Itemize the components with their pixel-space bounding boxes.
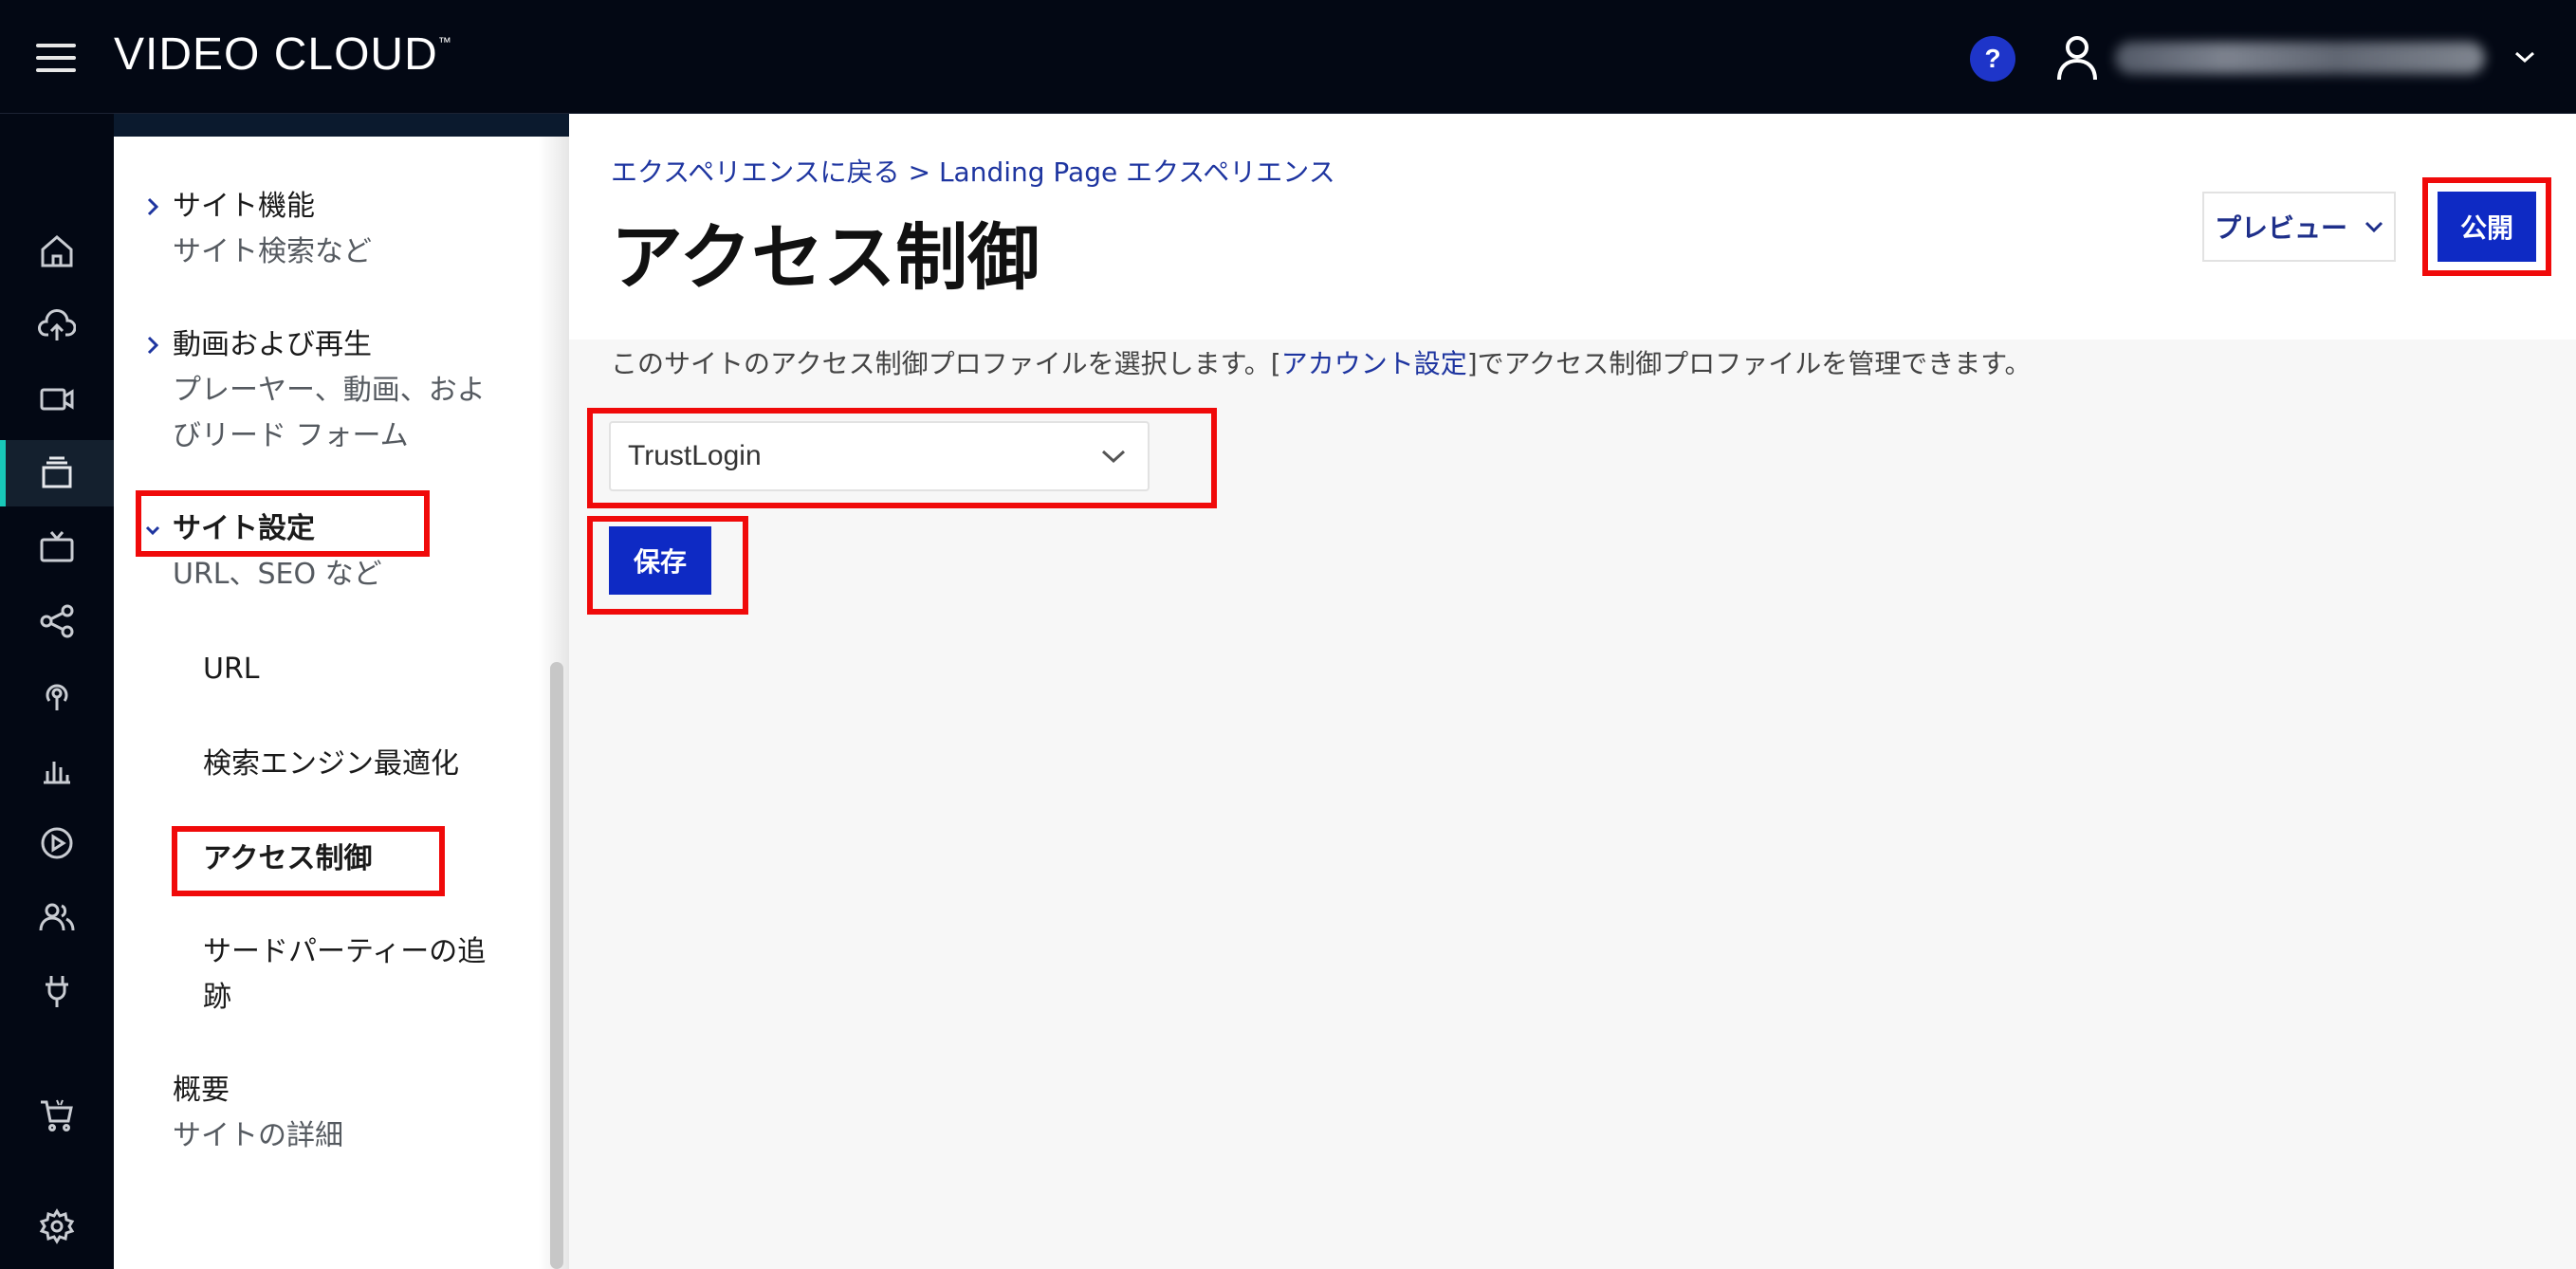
nav-site-features-title: サイト機能 [173, 190, 315, 223]
nav-overview[interactable]: 概要 サイトの詳細 [173, 1068, 343, 1159]
nav-site-settings-title: サイト設定 [173, 512, 315, 545]
rail-social[interactable] [0, 588, 114, 654]
preview-button-label: プレビュー [2214, 212, 2347, 244]
share-icon [40, 604, 74, 638]
rail-gallery[interactable] [0, 440, 114, 506]
description-text-before: このサイトのアクセス制御プロファイルを選択します。[ [611, 348, 1281, 379]
save-button[interactable]: 保存 [609, 526, 711, 595]
menu-icon[interactable] [36, 44, 76, 72]
rail-users[interactable] [0, 884, 114, 950]
sidebar-top-strip [114, 114, 569, 137]
plugin-icon [46, 976, 68, 1007]
cart-icon [41, 1099, 73, 1131]
access-control-profile-select[interactable]: TrustLogin [609, 421, 1150, 491]
page-description: このサイトのアクセス制御プロファイルを選択します。[アカウント設定]でアクセス制… [611, 343, 2031, 381]
nav-child-seo[interactable]: 検索エンジン最適化 [203, 742, 459, 787]
rail-home[interactable] [0, 218, 114, 285]
video-camera-icon [40, 388, 74, 411]
preview-button[interactable]: プレビュー [2202, 192, 2396, 262]
home-icon [41, 235, 73, 267]
page-title: アクセス制御 [611, 215, 1040, 300]
rail-players[interactable] [0, 810, 114, 876]
nav-video-playback-subtitle-1: プレーヤー、動画、およ [173, 374, 486, 407]
nav-site-features-subtitle: サイト検索など [173, 235, 372, 268]
user-icon[interactable] [2056, 34, 2098, 82]
analytics-icon [44, 762, 70, 784]
nav-child-third-party-line-1: サードパーティーの追 [203, 935, 487, 968]
chevron-down-icon [2364, 221, 2383, 233]
rail-plugins[interactable] [0, 958, 114, 1024]
account-settings-link[interactable]: アカウント設定 [1281, 348, 1467, 379]
chevron-right-icon [147, 336, 159, 355]
rail-tv[interactable] [0, 514, 114, 580]
tv-icon [40, 531, 74, 562]
nav-overview-title: 概要 [173, 1074, 230, 1107]
brand-logo: VIDEO CLOUD™ [114, 29, 452, 80]
sidebar-scrollbar[interactable] [550, 662, 563, 1269]
breadcrumb-separator: > [908, 156, 931, 188]
upload-icon [38, 309, 76, 340]
nav-child-url[interactable]: URL [203, 647, 260, 692]
site-settings-sidebar: サイト機能 サイト検索など 動画および再生 プレーヤー、動画、およ びリード フ… [114, 114, 569, 1269]
breadcrumb-current-link[interactable]: Landing Page エクスペリエンス [939, 156, 1335, 188]
live-icon [46, 684, 68, 710]
nav-video-playback-title: 動画および再生 [173, 328, 372, 361]
rail-live[interactable] [0, 662, 114, 728]
nav-overview-subtitle: サイトの詳細 [173, 1119, 343, 1152]
publish-button[interactable]: 公開 [2438, 192, 2536, 262]
rail-analytics[interactable] [0, 736, 114, 802]
nav-site-settings[interactable]: サイト設定 URL、SEO など [145, 506, 382, 598]
chevron-down-icon [145, 525, 160, 536]
play-icon [41, 827, 73, 859]
breadcrumb: エクスペリエンスに戻る > Landing Page エクスペリエンス [611, 152, 1335, 190]
nav-site-features[interactable]: サイト機能 サイト検索など [147, 184, 372, 275]
nav-child-third-party-line-2: 跡 [203, 981, 231, 1014]
chevron-down-icon [1101, 450, 1126, 464]
nav-site-settings-subtitle: URL、SEO など [173, 558, 382, 591]
rail-media[interactable] [0, 366, 114, 432]
chevron-down-icon[interactable] [2513, 47, 2536, 66]
nav-video-playback-subtitle-2: びリード フォーム [173, 419, 409, 452]
help-icon[interactable]: ? [1970, 36, 2015, 82]
nav-video-playback[interactable]: 動画および再生 プレーヤー、動画、およ びリード フォーム [147, 322, 486, 459]
access-control-profile-value: TrustLogin [628, 440, 762, 471]
nav-child-access-control[interactable]: アクセス制御 [203, 837, 373, 882]
chevron-right-icon [147, 197, 159, 216]
rail-upload[interactable] [0, 292, 114, 359]
rail-store[interactable] [0, 1082, 114, 1149]
gallery-icon [42, 456, 72, 488]
description-text-after: ]でアクセス制御プロファイルを管理できます。 [1466, 348, 2032, 379]
user-name-blurred[interactable] [2115, 42, 2485, 74]
users-icon [39, 903, 75, 931]
nav-child-third-party-tracking[interactable]: サードパーティーの追 跡 [203, 929, 486, 1021]
top-bar: VIDEO CLOUD™ ? [0, 0, 2576, 114]
breadcrumb-back-link[interactable]: エクスペリエンスに戻る [611, 156, 900, 188]
